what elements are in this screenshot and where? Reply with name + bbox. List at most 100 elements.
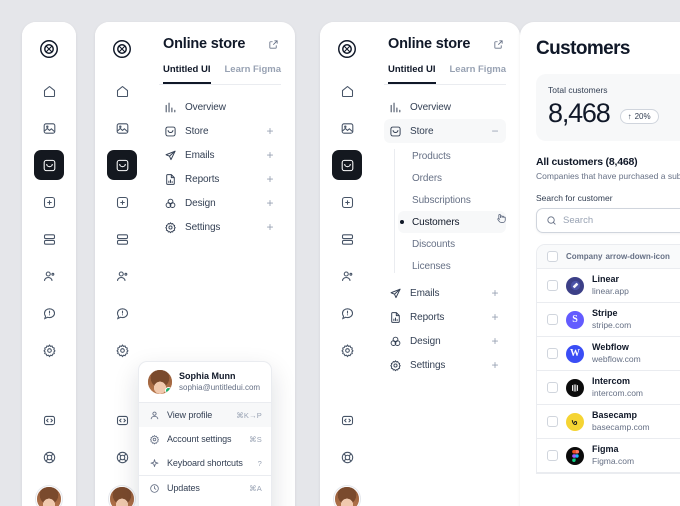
- inbox-icon[interactable]: [34, 150, 64, 180]
- keyboard-shortcut: ⌘S: [249, 434, 262, 444]
- image-icon[interactable]: [107, 113, 137, 143]
- untitled-ui-logo[interactable]: [334, 36, 360, 62]
- company-name: Webflow: [592, 342, 629, 353]
- inbox-icon[interactable]: [107, 150, 137, 180]
- row-checkbox[interactable]: [547, 348, 558, 359]
- menu-item-account-settings[interactable]: Account settings ⌘S: [139, 427, 271, 451]
- table-row[interactable]: Linear linear.app: [537, 269, 680, 303]
- nav-action[interactable]: +: [265, 221, 275, 233]
- image-icon[interactable]: [34, 113, 64, 143]
- inbox-icon[interactable]: [332, 150, 362, 180]
- dropdown-user-row[interactable]: Sophia Munn sophia@untitledui.com: [139, 362, 271, 402]
- store-submenu: Products Orders Subscriptions Customers …: [384, 145, 506, 277]
- table-row[interactable]: W Webflow webflow.com: [537, 337, 680, 371]
- tab-untitled-ui[interactable]: Untitled UI: [163, 64, 211, 84]
- user-email: sophia@untitledui.com: [179, 382, 261, 392]
- table-row[interactable]: Intercom intercom.com: [537, 371, 680, 405]
- collapse-action[interactable]: −: [490, 125, 500, 137]
- code-icon[interactable]: [34, 405, 64, 435]
- row-checkbox[interactable]: [547, 450, 558, 461]
- submenu-item-discounts[interactable]: Discounts: [398, 233, 506, 255]
- row-checkbox[interactable]: [547, 280, 558, 291]
- bar-chart-icon: [163, 100, 177, 114]
- untitled-ui-logo[interactable]: [36, 36, 62, 62]
- users-icon[interactable]: [34, 261, 64, 291]
- untitled-ui-logo[interactable]: [109, 36, 135, 62]
- plus-box-icon[interactable]: [332, 187, 362, 217]
- nav-item-emails[interactable]: Emails +: [384, 281, 506, 305]
- code-icon[interactable]: [332, 405, 362, 435]
- nav-item-store[interactable]: Store +: [159, 119, 281, 143]
- avatar[interactable]: [109, 486, 135, 506]
- external-link-icon[interactable]: [493, 39, 504, 50]
- nav-action[interactable]: +: [490, 287, 500, 299]
- nav-action[interactable]: +: [265, 197, 275, 209]
- tab-learn-figma[interactable]: Learn Figma: [450, 64, 507, 84]
- layers-icon[interactable]: [332, 224, 362, 254]
- tab-untitled-ui[interactable]: Untitled UI: [388, 64, 436, 84]
- avatar[interactable]: [36, 486, 62, 506]
- code-icon[interactable]: [107, 405, 137, 435]
- layers-icon[interactable]: [34, 224, 64, 254]
- column-header-company[interactable]: Company arrow-down-icon: [566, 252, 670, 261]
- lifebuoy-icon[interactable]: [332, 442, 362, 472]
- gear-icon[interactable]: [34, 335, 64, 365]
- menu-item-view-profile[interactable]: View profile ⌘K→P: [139, 403, 271, 427]
- nav-item-overview[interactable]: Overview: [384, 95, 506, 119]
- lifebuoy-icon[interactable]: [34, 442, 64, 472]
- home-icon[interactable]: [34, 76, 64, 106]
- table-row[interactable]: Figma Figma.com: [537, 439, 680, 473]
- gear-icon[interactable]: [332, 335, 362, 365]
- table-row[interactable]: S Stripe stripe.com: [537, 303, 680, 337]
- nav-item-store-expanded[interactable]: Store −: [384, 119, 506, 143]
- menu-item-log-out[interactable]: Log out ⌥⇧Q: [139, 500, 271, 506]
- home-icon[interactable]: [332, 76, 362, 106]
- select-all-checkbox[interactable]: [547, 251, 558, 262]
- users-icon[interactable]: [107, 261, 137, 291]
- submenu-item-orders[interactable]: Orders: [398, 167, 506, 189]
- row-checkbox[interactable]: [547, 416, 558, 427]
- page-title: Online store: [388, 36, 471, 52]
- menu-item-keyboard-shortcuts[interactable]: Keyboard shortcuts ?: [139, 451, 271, 475]
- gear-icon[interactable]: [107, 335, 137, 365]
- nav-item-emails[interactable]: Emails +: [159, 143, 281, 167]
- plus-box-icon[interactable]: [34, 187, 64, 217]
- row-checkbox[interactable]: [547, 314, 558, 325]
- nav-item-settings[interactable]: Settings +: [159, 215, 281, 239]
- nav-item-reports[interactable]: Reports +: [384, 305, 506, 329]
- plus-box-icon[interactable]: [107, 187, 137, 217]
- nav-action[interactable]: +: [265, 149, 275, 161]
- nav-action[interactable]: +: [265, 173, 275, 185]
- submenu-item-licenses[interactable]: Licenses: [398, 255, 506, 277]
- row-checkbox[interactable]: [547, 382, 558, 393]
- nav-action[interactable]: +: [490, 311, 500, 323]
- page-title: Online store: [163, 36, 246, 52]
- lifebuoy-icon[interactable]: [107, 442, 137, 472]
- external-link-icon[interactable]: [268, 39, 279, 50]
- users-icon[interactable]: [332, 261, 362, 291]
- nav-action[interactable]: +: [265, 125, 275, 137]
- nav-item-reports[interactable]: Reports +: [159, 167, 281, 191]
- submenu-item-customers[interactable]: Customers: [398, 211, 506, 233]
- nav-action[interactable]: +: [490, 359, 500, 371]
- submenu-item-products[interactable]: Products: [398, 145, 506, 167]
- layers-icon[interactable]: [107, 224, 137, 254]
- home-icon[interactable]: [107, 76, 137, 106]
- table-row[interactable]: Basecamp basecamp.com: [537, 405, 680, 439]
- tab-learn-figma[interactable]: Learn Figma: [225, 64, 282, 84]
- nav-item-design[interactable]: Design +: [384, 329, 506, 353]
- nav-action[interactable]: +: [490, 335, 500, 347]
- menu-item-updates[interactable]: Updates ⌘A: [139, 476, 271, 500]
- image-icon[interactable]: [332, 113, 362, 143]
- search-input[interactable]: Search: [536, 208, 680, 233]
- submenu-item-subscriptions[interactable]: Subscriptions: [398, 189, 506, 211]
- chat-icon[interactable]: [332, 298, 362, 328]
- status-badge: ↑ 20%: [619, 109, 659, 124]
- avatar[interactable]: [334, 486, 360, 506]
- nav-item-settings[interactable]: Settings +: [384, 353, 506, 377]
- chat-icon[interactable]: [34, 298, 64, 328]
- nav-item-overview[interactable]: Overview: [159, 95, 281, 119]
- nav-label: Design: [410, 335, 441, 347]
- nav-item-design[interactable]: Design +: [159, 191, 281, 215]
- chat-icon[interactable]: [107, 298, 137, 328]
